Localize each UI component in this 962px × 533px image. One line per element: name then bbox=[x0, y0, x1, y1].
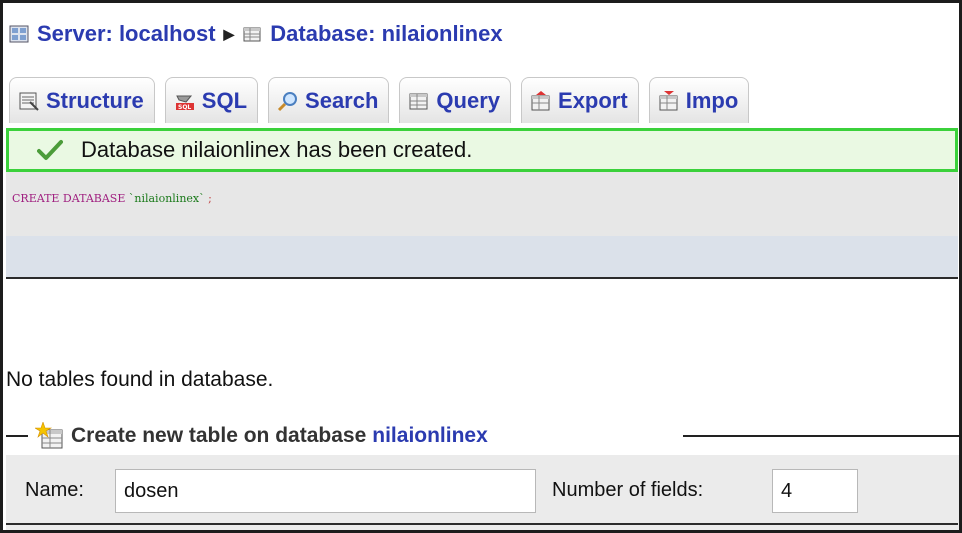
svg-text:SQL: SQL bbox=[178, 104, 191, 111]
check-icon bbox=[37, 140, 63, 160]
tab-query-label: Query bbox=[436, 87, 501, 113]
tab-sql-label: SQL bbox=[201, 87, 248, 113]
create-table-legend: Create new table on database nilaionline… bbox=[35, 421, 488, 451]
success-message-text: Database nilaionlinex has been created. bbox=[81, 137, 473, 162]
server-link[interactable]: Server: localhost bbox=[9, 21, 216, 47]
tab-search[interactable]: Search bbox=[268, 77, 390, 123]
number-of-fields-label: Number of fields: bbox=[552, 479, 704, 501]
sql-identifier: `nilaionlinex` bbox=[128, 192, 205, 205]
tab-search-label: Search bbox=[305, 87, 379, 113]
create-table-database-name: nilaionlinex bbox=[372, 424, 488, 447]
database-link[interactable]: Database: nilaionlinex bbox=[242, 21, 503, 47]
tab-import[interactable]: Impo bbox=[648, 77, 750, 123]
tab-export-label: Export bbox=[558, 87, 628, 113]
server-icon bbox=[9, 25, 29, 43]
export-icon bbox=[531, 90, 550, 110]
sql-terminator: ; bbox=[208, 192, 212, 205]
new-table-icon bbox=[35, 422, 63, 449]
query-icon bbox=[409, 93, 428, 109]
no-tables-notice: No tables found in database. bbox=[6, 368, 274, 391]
database-icon bbox=[243, 27, 261, 42]
tab-query[interactable]: Query bbox=[399, 77, 512, 123]
fieldset-border-left bbox=[6, 435, 28, 437]
success-message: Database nilaionlinex has been created. bbox=[6, 128, 958, 172]
sql-query-box: CREATE DATABASE `nilaionlinex` ; bbox=[6, 172, 958, 279]
tab-structure[interactable]: Structure bbox=[9, 77, 155, 123]
phpmyadmin-window: Server: localhost ▶ Database: nilaionlin… bbox=[0, 0, 962, 533]
number-of-fields-input[interactable] bbox=[772, 469, 858, 513]
tab-import-label: Impo bbox=[685, 87, 739, 113]
tab-bar: Structure SQL SQL Search Query Export Im… bbox=[9, 73, 750, 123]
server-label: Server: localhost bbox=[37, 21, 216, 46]
tab-sql[interactable]: SQL SQL bbox=[164, 77, 259, 123]
sql-query-text: CREATE DATABASE `nilaionlinex` ; bbox=[12, 192, 212, 205]
import-icon bbox=[659, 90, 678, 110]
table-name-label: Name: bbox=[25, 479, 84, 501]
tab-structure-label: Structure bbox=[46, 87, 144, 113]
create-table-form: Name: Number of fields: bbox=[6, 459, 958, 525]
database-label: Database: nilaionlinex bbox=[270, 21, 503, 46]
fieldset-border-right bbox=[683, 435, 959, 437]
sql-query-links-bar bbox=[6, 236, 958, 277]
tab-export[interactable]: Export bbox=[521, 77, 639, 123]
sql-keyword: CREATE DATABASE bbox=[12, 192, 126, 205]
breadcrumb-separator-icon: ▶ bbox=[223, 25, 235, 42]
search-icon bbox=[277, 91, 298, 111]
table-name-input[interactable] bbox=[115, 469, 536, 513]
structure-icon bbox=[19, 92, 39, 111]
breadcrumb: Server: localhost ▶ Database: nilaionlin… bbox=[9, 17, 503, 51]
sql-icon: SQL bbox=[175, 95, 194, 111]
create-table-legend-text: Create new table on database bbox=[71, 424, 367, 447]
